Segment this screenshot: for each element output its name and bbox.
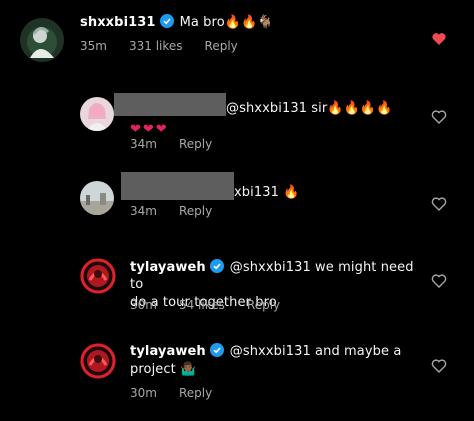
redacted-username	[114, 93, 226, 116]
comment-body: Ma bro🔥🔥🐐	[179, 15, 274, 30]
timestamp: 35m	[80, 39, 107, 53]
avatar[interactable]	[80, 258, 116, 294]
comment-body-line2: ❤❤❤	[130, 122, 169, 137]
comment-text: shxxbi131 Ma bro🔥🔥🐐	[80, 14, 410, 31]
like-count[interactable]: 331 likes	[129, 39, 183, 53]
comment-body: @shxxbi131 sir🔥🔥🔥🔥	[226, 101, 393, 116]
comment-meta: 30m 54 likes Reply	[130, 298, 302, 312]
username[interactable]: tylayaweh	[130, 260, 206, 275]
avatar[interactable]	[80, 181, 114, 215]
timestamp: 30m	[130, 298, 157, 312]
verified-badge-icon	[159, 14, 174, 28]
comment-meta: 34m Reply	[130, 204, 234, 218]
comment-meta: 34m Reply	[130, 137, 234, 151]
comment-meta: 30m Reply	[130, 386, 234, 400]
verified-badge-icon	[209, 259, 224, 273]
redacted-username	[121, 172, 234, 200]
profile-photo-icon	[80, 181, 114, 215]
heart-outline-icon[interactable]	[431, 109, 447, 125]
profile-photo-icon	[80, 343, 116, 379]
comment-text: tylayaweh @shxxbi131 and maybe a project …	[130, 343, 430, 377]
username[interactable]: tylayaweh	[130, 344, 206, 359]
comment-meta: 35m 331 likes Reply	[80, 39, 260, 53]
avatar[interactable]	[80, 97, 114, 131]
profile-photo-icon	[80, 97, 114, 131]
profile-photo-icon	[80, 258, 116, 294]
comment-body: @shxxbi131 and maybe a	[229, 344, 402, 359]
username[interactable]: shxxbi131	[80, 15, 156, 30]
comment-body-line2: project 🤷🏾‍♂️	[130, 362, 197, 377]
reply-button[interactable]: Reply	[179, 204, 212, 218]
timestamp: 34m	[130, 204, 157, 218]
comment-text: @shxxbi131 sir🔥🔥🔥🔥 ❤❤❤	[114, 93, 434, 137]
reply-button[interactable]: Reply	[179, 137, 212, 151]
like-count[interactable]: 54 likes	[179, 298, 225, 312]
verified-badge-icon	[209, 343, 224, 357]
heart-outline-icon[interactable]	[431, 273, 447, 289]
reply-button[interactable]: Reply	[179, 386, 212, 400]
heart-outline-icon[interactable]	[431, 196, 447, 212]
reply-button[interactable]: Reply	[205, 39, 238, 53]
reply-button[interactable]: Reply	[247, 298, 280, 312]
profile-photo-icon	[20, 18, 64, 62]
heart-outline-icon[interactable]	[431, 358, 447, 374]
heart-filled-icon[interactable]	[431, 31, 447, 47]
avatar[interactable]	[20, 18, 64, 62]
timestamp: 34m	[130, 137, 157, 151]
avatar[interactable]	[80, 343, 116, 379]
timestamp: 30m	[130, 386, 157, 400]
comment-text: xbi131 🔥	[121, 172, 421, 201]
comment-body: xbi131 🔥	[234, 185, 300, 200]
